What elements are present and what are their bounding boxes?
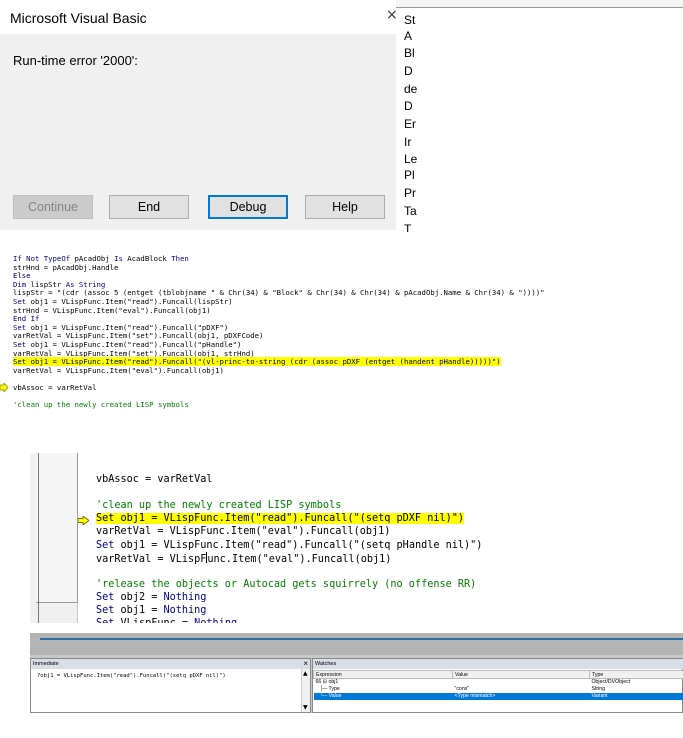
code-segment: Nothing bbox=[163, 591, 207, 603]
code-segment: obj2 = bbox=[120, 591, 164, 603]
code-segment: Nothing bbox=[163, 605, 207, 616]
background-document: St A Bl Dde D Er Ir Le Pl Pr Ta T bbox=[396, 0, 683, 232]
watch-expr-cell: └─ Value bbox=[313, 692, 453, 700]
watches-table: Expression Value Type 66 ⊟ obj1 Object/DV… bbox=[313, 670, 683, 700]
code-line[interactable]: Set VLispFunc = Nothing bbox=[96, 617, 237, 623]
watch-expr-cell: ├─ Type bbox=[315, 686, 340, 692]
continue-button[interactable]: Continue bbox=[13, 195, 93, 219]
close-icon[interactable]: × bbox=[303, 659, 308, 669]
background-text-fragment: Er bbox=[404, 117, 416, 131]
code-segment: 'release the objects or Autocad gets squ… bbox=[96, 578, 477, 590]
code-line[interactable]: Set obj2 = Nothing bbox=[96, 591, 206, 604]
code-line[interactable]: vbAssoc = varRetVal bbox=[13, 383, 96, 393]
watch-expr-cell: 66 ⊟ obj1 bbox=[315, 679, 339, 686]
help-button[interactable]: Help bbox=[305, 195, 385, 219]
code-line[interactable]: strHnd = VLispFunc.Item("eval").Funcall(… bbox=[13, 306, 211, 316]
execution-arrow-icon bbox=[78, 516, 89, 525]
gutter-divider bbox=[38, 453, 39, 623]
code-segment: varRetVal = VLispFunc.Item("eval").Funca… bbox=[13, 365, 224, 375]
watch-type-cell: Object/DVObject bbox=[591, 679, 631, 686]
code-segment: AcadBlock bbox=[127, 254, 172, 263]
immediate-header: Immediate × bbox=[31, 659, 310, 669]
watch-row[interactable]: ├─ Type "cons" String bbox=[314, 686, 683, 693]
watch-type-cell: String bbox=[591, 686, 606, 692]
background-text-fragment: D bbox=[404, 64, 413, 78]
background-text-fragment: Ir bbox=[404, 135, 412, 149]
highlighted-code-segment: Set obj1 = VLispFunc.Item("read").Funcal… bbox=[96, 513, 465, 525]
code-line[interactable]: 'clean up the newly created LISP symbols bbox=[13, 400, 189, 410]
code-segment: VLispFunc = bbox=[121, 618, 195, 623]
background-text-fragment: de bbox=[404, 82, 418, 96]
background-text-fragment: A bbox=[404, 29, 413, 43]
immediate-scrollbar[interactable]: ▲ ▼ bbox=[301, 669, 310, 712]
code-segment: Set bbox=[96, 591, 121, 603]
code-segment: Then bbox=[171, 254, 189, 263]
watch-value-cell bbox=[453, 679, 590, 686]
watch-row[interactable]: 66 ⊟ obj1 Object/DVObject bbox=[314, 679, 683, 686]
immediate-text[interactable]: ?obj1 = VLispFunc.Item("read").Funcall("… bbox=[37, 673, 226, 679]
immediate-title: Immediate bbox=[33, 661, 59, 667]
code-line[interactable]: 'clean up the newly created LISP symbols bbox=[96, 499, 341, 512]
watch-type-cell: Variant bbox=[589, 692, 683, 700]
code-segment: Set bbox=[96, 605, 121, 616]
code-line[interactable]: varRetVal = VLispFunc.Item("eval").Funca… bbox=[96, 551, 392, 565]
watches-window: Watches Expression Value Type 66 ⊟ obj1 O… bbox=[312, 658, 683, 713]
dialog-title: Microsoft Visual Basic bbox=[10, 10, 147, 26]
scroll-down-icon[interactable]: ▼ bbox=[303, 704, 308, 711]
code-line[interactable]: Set obj1 = VLispFunc.Item("read").Funcal… bbox=[96, 539, 482, 552]
watches-title: Watches bbox=[313, 659, 683, 669]
watch-value-cell: <Type mismatch> bbox=[452, 692, 590, 700]
watch-value-cell: "cons" bbox=[454, 686, 470, 692]
vb-error-dialog: Microsoft Visual Basic × Run-time error … bbox=[0, 0, 398, 230]
code-segment: strHnd = VLispFunc.Item("eval").Funcall(… bbox=[13, 305, 211, 315]
code-segment: obj1 = bbox=[120, 605, 164, 616]
column-header-expression[interactable]: Expression bbox=[313, 670, 453, 679]
watch-row[interactable]: └─ Value <Type mismatch> Variant bbox=[313, 692, 683, 700]
debug-panels: Immediate × ?obj1 = VLispFunc.Item("read… bbox=[30, 633, 683, 713]
code-line[interactable]: varRetVal = VLispFunc.Item("eval").Funca… bbox=[96, 525, 390, 538]
background-text-fragment: St bbox=[404, 13, 416, 27]
end-button[interactable]: End bbox=[109, 195, 189, 219]
code-segment: varRetVal = VLispF bbox=[96, 553, 207, 565]
background-toolbar bbox=[396, 0, 683, 8]
code-editor-zoom: vbAssoc = varRetVal 'clean up the newly c… bbox=[30, 453, 683, 623]
code-line[interactable]: varRetVal = VLispFunc.Item("eval").Funca… bbox=[13, 366, 224, 376]
code-segment: 'clean up the newly created LISP symbols bbox=[13, 400, 189, 410]
code-segment: 'clean up the newly created LISP symbols bbox=[96, 500, 342, 512]
scroll-up-icon[interactable]: ▲ bbox=[303, 670, 308, 677]
code-segment: Set bbox=[96, 618, 121, 623]
code-segment: vbAssoc = varRetVal bbox=[13, 383, 97, 392]
execution-arrow-icon bbox=[0, 383, 8, 392]
code-segment: vbAssoc = varRetVal bbox=[96, 474, 213, 485]
column-header-type[interactable]: Type bbox=[589, 670, 683, 679]
code-line[interactable]: Set obj1 = Nothing bbox=[96, 604, 206, 617]
background-text-fragment: T bbox=[404, 222, 412, 232]
gutter-frame bbox=[36, 453, 78, 603]
code-segment: Set bbox=[96, 539, 121, 551]
editor-bottom-area bbox=[30, 633, 683, 655]
editor-border bbox=[40, 638, 683, 640]
background-text-fragment: Pr bbox=[404, 186, 416, 200]
background-text-fragment: Pl bbox=[404, 168, 415, 182]
code-segment: unc.Item("eval").Funcall(obj1) bbox=[207, 553, 392, 565]
code-line[interactable]: Set obj1 = VLispFunc.Item("read").Funcal… bbox=[96, 512, 465, 525]
background-text-fragment: D bbox=[404, 99, 413, 113]
code-listing: If Not TypeOf pAcadObj Is AcadBlock Then… bbox=[0, 250, 683, 442]
debug-button[interactable]: Debug bbox=[208, 195, 288, 219]
immediate-window[interactable]: Immediate × ?obj1 = VLispFunc.Item("read… bbox=[30, 658, 311, 713]
background-text-fragment: Bl bbox=[404, 46, 415, 60]
background-text-fragment: Le bbox=[404, 152, 418, 166]
code-line[interactable]: 'release the objects or Autocad gets squ… bbox=[96, 578, 476, 591]
code-line[interactable]: vbAssoc = varRetVal bbox=[96, 473, 213, 486]
code-segment: obj1 = VLispFunc.Item("read").Funcall("(… bbox=[120, 539, 483, 551]
background-text-fragment: Ta bbox=[404, 204, 417, 218]
column-header-value[interactable]: Value bbox=[452, 670, 590, 679]
code-segment: Nothing bbox=[194, 618, 237, 623]
error-message: Run-time error '2000': bbox=[13, 53, 138, 68]
code-gutter bbox=[30, 453, 78, 623]
dialog-titlebar: Microsoft Visual Basic × bbox=[0, 0, 398, 34]
code-segment: varRetVal = VLispFunc.Item("eval").Funca… bbox=[96, 526, 391, 538]
